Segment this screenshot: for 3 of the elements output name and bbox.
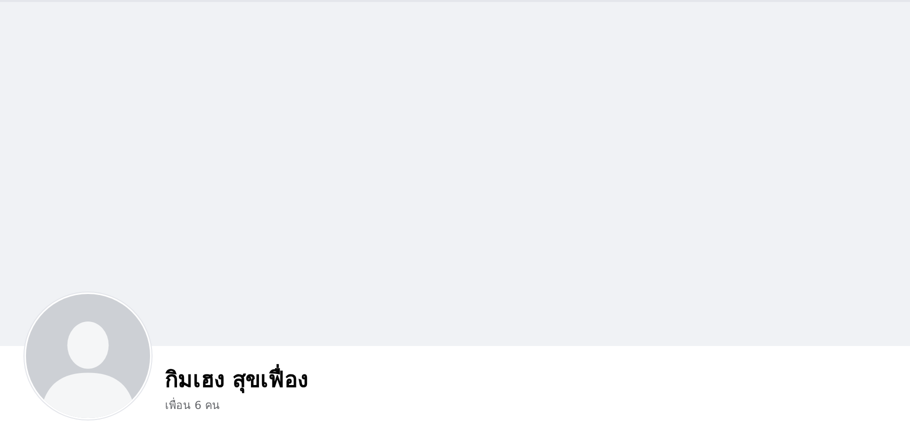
avatar[interactable] <box>22 290 154 422</box>
profile-name: กิมเฮง สุขเฟื่อง <box>165 366 309 396</box>
friends-count[interactable]: เพื่อน 6 คน <box>165 399 220 413</box>
